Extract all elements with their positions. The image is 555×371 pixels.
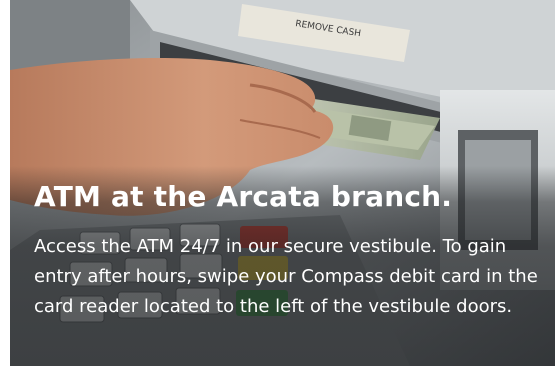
card-headline: ATM at the Arcata branch. bbox=[34, 180, 453, 213]
card-description: Access the ATM 24/7 in our secure vestib… bbox=[34, 236, 538, 317]
atm-info-card: REMOVE CASH ATM at the Arcata branch. Ac… bbox=[10, 0, 555, 366]
